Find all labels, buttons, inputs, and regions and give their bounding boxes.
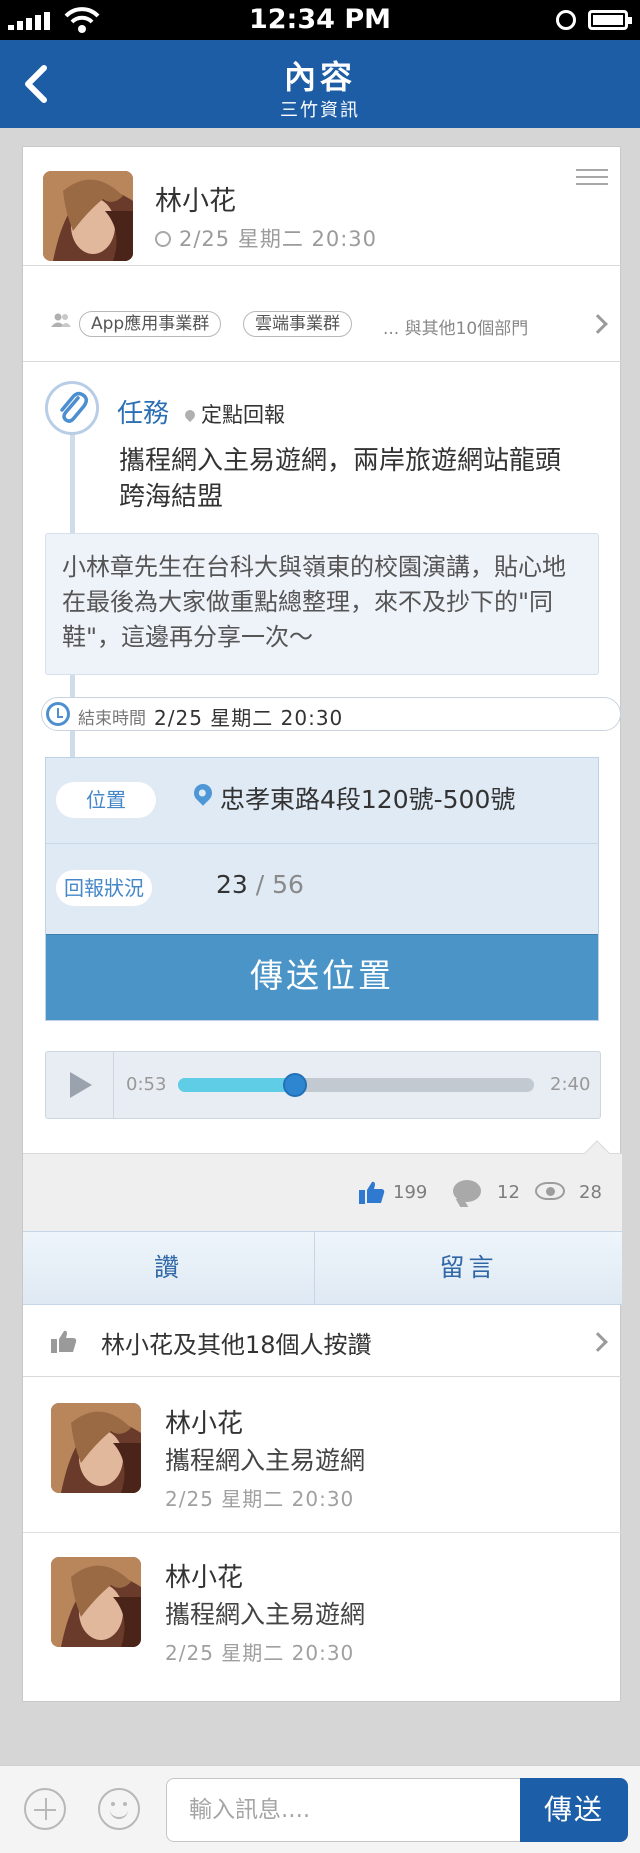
location-label: 位置 — [56, 782, 156, 818]
audio-progress-track[interactable] — [178, 1073, 534, 1097]
battery-icon — [588, 10, 632, 30]
report-label: 回報狀況 — [56, 870, 152, 906]
thumbs-up-icon — [51, 1330, 77, 1353]
location-pin-icon — [190, 780, 216, 806]
end-time-value: 2/25 星期二 20:30 — [154, 706, 344, 730]
play-icon — [70, 1072, 92, 1098]
likes-summary-row[interactable]: 林小花及其他18個人按讚 — [23, 1305, 622, 1377]
location-row: 位置 忠孝東路4段120號-500號 — [46, 758, 598, 844]
comment-icon[interactable] — [453, 1180, 481, 1202]
status-time: 12:34 PM — [248, 4, 391, 35]
post-actions: 讚 留言 — [23, 1231, 622, 1305]
commenter-avatar[interactable] — [51, 1557, 141, 1647]
post-time: 2/25 星期二 20:30 — [155, 223, 377, 253]
divider — [23, 361, 622, 362]
commenter-avatar[interactable] — [51, 1403, 141, 1493]
comment-button[interactable]: 留言 — [315, 1232, 622, 1304]
audio-player: 0:53 2:40 — [45, 1051, 601, 1119]
end-time-bar: 結束時間 2/25 星期二 20:30 — [41, 697, 621, 731]
send-button[interactable]: 傳送 — [520, 1778, 628, 1842]
report-row: 回報狀況 23 / 56 — [46, 846, 598, 932]
status-bar: 12:34 PM — [0, 0, 640, 40]
post-card: 林小花 2/25 星期二 20:30 App應用事業群 雲端事業群 ... 與其… — [22, 146, 622, 1702]
alarm-icon — [556, 10, 576, 30]
clock-icon — [155, 231, 171, 247]
emoji-icon[interactable] — [98, 1788, 140, 1830]
comment-text: 攜程網入主易遊網 — [165, 1446, 366, 1475]
view-count: 28 — [579, 1182, 602, 1203]
report-count: 23 / 56 — [216, 870, 304, 899]
author-name[interactable]: 林小花 — [155, 179, 236, 218]
chevron-right-icon — [588, 314, 608, 334]
task-description: 小林章先生在台科大與嶺東的校園演講，貼心地在最後為大家做重點總整理，來不及抄下的… — [45, 533, 599, 675]
audience-row[interactable]: App應用事業群 雲端事業群 ... 與其他10個部門 — [23, 287, 622, 361]
task-location-tag: 定點回報 — [182, 399, 285, 429]
commenter-name[interactable]: 林小花 — [165, 1403, 243, 1440]
audio-current-time: 0:53 — [126, 1074, 167, 1095]
history-icon — [46, 702, 70, 726]
task-badge — [45, 381, 99, 435]
play-button[interactable] — [46, 1052, 114, 1118]
like-count: 199 — [393, 1182, 428, 1203]
pin-icon — [182, 407, 198, 423]
comment-item: 林小花 攜程網入主易遊網 2/25 星期二 20:30 — [23, 1379, 622, 1533]
task-headline: 攜程網入主易遊網，兩岸旅遊網站龍頭跨海結盟 — [119, 446, 562, 512]
people-icon — [51, 313, 71, 327]
comment-time: 2/25 星期二 20:30 — [165, 1487, 355, 1511]
message-composer: 傳送 — [0, 1765, 640, 1853]
comment-text: 攜程網入主易遊網 — [165, 1600, 366, 1629]
end-time-label: 結束時間 — [78, 709, 146, 729]
message-input[interactable] — [166, 1778, 522, 1842]
location-text: 忠孝東路4段120號-500號 — [220, 785, 516, 814]
audience-tag: App應用事業群 — [79, 311, 222, 337]
menu-icon[interactable] — [576, 169, 608, 189]
page-title: 內容 — [283, 58, 356, 96]
audio-total-time: 2:40 — [550, 1074, 591, 1095]
nav-bar: 內容 三竹資訊 — [0, 40, 640, 128]
comment-time: 2/25 星期二 20:30 — [165, 1641, 355, 1665]
stats-notch — [584, 1140, 610, 1166]
likes-summary: 林小花及其他18個人按讚 — [101, 1331, 372, 1359]
divider — [23, 265, 622, 266]
comment-count: 12 — [497, 1182, 520, 1203]
author-avatar[interactable] — [43, 171, 133, 261]
commenter-name[interactable]: 林小花 — [165, 1557, 243, 1594]
stats-bar: 199 12 28 — [23, 1140, 622, 1240]
paperclip-icon — [60, 391, 88, 423]
eye-icon — [535, 1182, 565, 1200]
like-button[interactable]: 讚 — [23, 1232, 314, 1304]
chevron-right-icon — [588, 1332, 608, 1352]
audio-scrubber-handle[interactable] — [283, 1073, 308, 1097]
audience-more: ... 與其他10個部門 — [383, 319, 529, 339]
add-circle-icon[interactable] — [24, 1788, 66, 1830]
task-info-panel: 位置 忠孝東路4段120號-500號 回報狀況 23 / 56 傳送位置 — [45, 757, 599, 1021]
audience-tag: 雲端事業群 — [243, 311, 352, 337]
send-location-button[interactable]: 傳送位置 — [46, 934, 598, 1020]
comment-item: 林小花 攜程網入主易遊網 2/25 星期二 20:30 — [23, 1533, 622, 1687]
audio-progress-fill — [178, 1078, 296, 1092]
thumbs-up-icon[interactable] — [359, 1180, 385, 1204]
task-label: 任務 — [117, 399, 170, 429]
page-subtitle: 三竹資訊 — [280, 100, 360, 121]
